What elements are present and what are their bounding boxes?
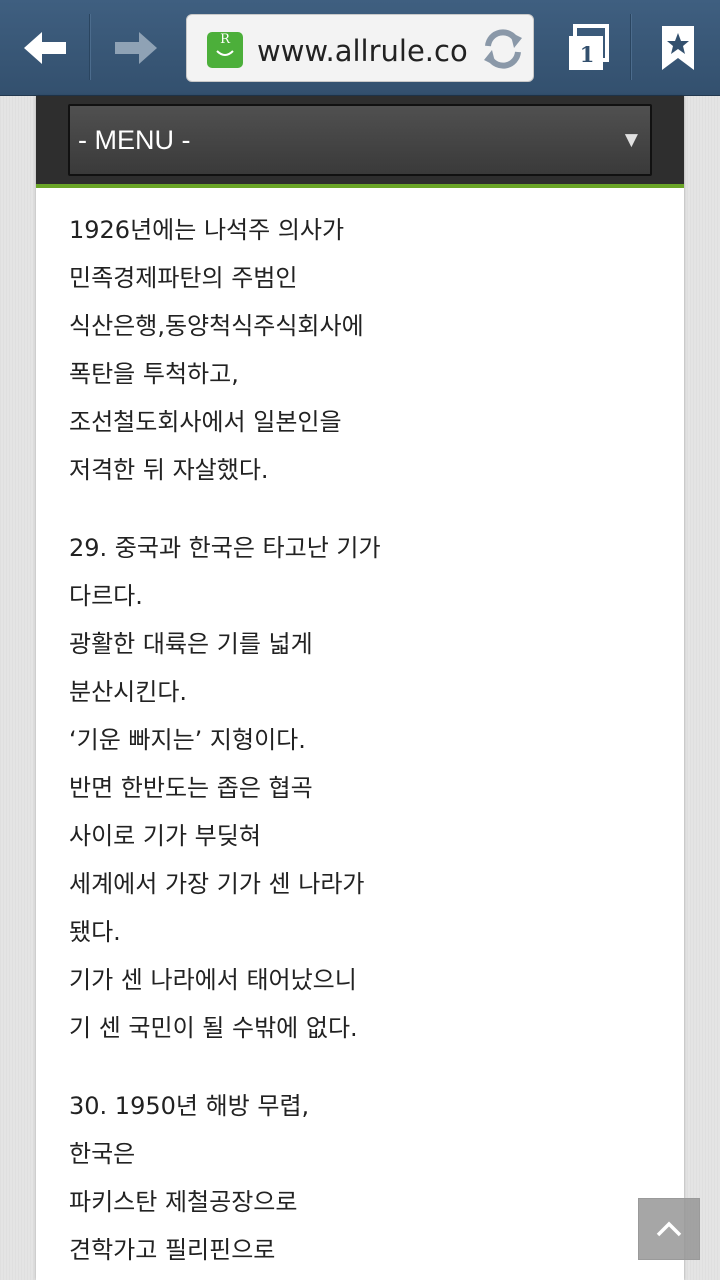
text-line: ‘기운 빠지는’ 지형이다. <box>69 726 306 754</box>
dropdown-arrow-icon: ▼ <box>624 130 638 150</box>
text-line: 한국은 <box>69 1140 136 1168</box>
reload-icon <box>484 29 522 69</box>
article-paragraph: 30. 1950년 해방 무렵, 한국은 파키스탄 제철공장으로 견학가고 필리… <box>69 1090 659 1280</box>
menu-dropdown-label: - MENU - <box>78 125 191 155</box>
forward-button[interactable] <box>92 0 180 96</box>
text-line: 조선철도회사에서 일본인을 <box>69 408 342 436</box>
article-content: 1926년에는 나석주 의사가 민족경제파탄의 주범인 식산은행,동양척식주식회… <box>69 214 659 1280</box>
tabs-icon: 1 <box>555 16 619 80</box>
text-line: 견학가고 필리핀으로 <box>69 1236 276 1264</box>
text-line: 저격한 뒤 자살했다. <box>69 456 269 484</box>
forward-arrow-icon <box>115 32 157 64</box>
tabs-button[interactable]: 1 <box>548 0 626 96</box>
tab-count: 1 <box>579 42 595 67</box>
browser-toolbar: R www.allrule.com 1 <box>0 0 720 96</box>
text-line: 사이로 기가 부딪혀 <box>69 822 261 850</box>
text-line: 파키스탄 제철공장으로 <box>69 1188 298 1216</box>
article-paragraph: 1926년에는 나석주 의사가 민족경제파탄의 주범인 식산은행,동양척식주식회… <box>69 214 659 502</box>
text-line: 분산시킨다. <box>69 678 188 706</box>
site-favicon-icon: R <box>207 32 243 68</box>
reload-button[interactable] <box>477 23 529 75</box>
toolbar-separator <box>630 14 632 80</box>
text-line: 폭탄을 투척하고, <box>69 360 239 388</box>
text-line: 29. 중국과 한국은 타고난 기가 <box>69 534 381 562</box>
text-line: 광활한 대륙은 기를 넓게 <box>69 630 313 658</box>
text-line: 1926년에는 나석주 의사가 <box>69 216 345 244</box>
back-button[interactable] <box>0 0 90 96</box>
url-bar[interactable]: R www.allrule.com <box>186 14 534 82</box>
text-line: 30. 1950년 해방 무렵, <box>69 1092 310 1120</box>
text-line: 됐다. <box>69 918 121 946</box>
back-arrow-icon <box>24 32 66 64</box>
text-line: 민족경제파탄의 주범인 <box>69 264 298 292</box>
text-line: 식산은행,동양척식주식회사에 <box>69 312 364 340</box>
text-line: 반면 한반도는 좁은 협곡 <box>69 774 313 802</box>
toolbar-separator <box>89 14 91 80</box>
chevron-up-icon <box>656 1221 682 1237</box>
bookmark-button[interactable] <box>636 0 720 96</box>
text-line: 기가 센 나라에서 태어났으니 <box>69 966 357 994</box>
scroll-to-top-button[interactable] <box>638 1198 700 1260</box>
text-line: 세계에서 가장 기가 센 나라가 <box>69 870 365 898</box>
article-paragraph: 29. 중국과 한국은 타고난 기가 다르다. 광활한 대륙은 기를 넓게 분산… <box>69 532 659 1060</box>
bookmark-star-icon <box>662 26 694 70</box>
text-line: 기 센 국민이 될 수밖에 없다. <box>69 1014 358 1042</box>
menu-bar: - MENU - ▼ <box>36 96 684 188</box>
url-text: www.allrule.com <box>257 34 467 68</box>
menu-dropdown[interactable]: - MENU - ▼ <box>68 104 652 176</box>
web-page: - MENU - ▼ 1926년에는 나석주 의사가 민족경제파탄의 주범인 식… <box>36 96 684 1280</box>
text-line: 다르다. <box>69 582 143 610</box>
